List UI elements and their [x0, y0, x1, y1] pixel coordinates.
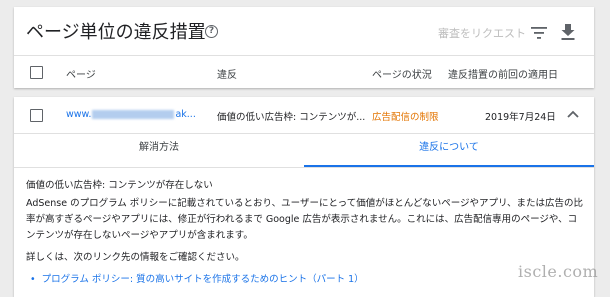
policy-link-label: プログラム ポリシー: 質の高いサイトを作成するためのヒント（パート 1） [41, 274, 364, 285]
filter-icon[interactable] [531, 27, 547, 39]
row-checkbox[interactable] [30, 109, 43, 122]
violations-card: ページ単位の違反措置 ? 審査をリクエスト ページ 違反 ページの状況 違反措置… [14, 7, 594, 88]
details-intro: 詳しくは、次のリンク先の情報をご確認ください。 [26, 252, 245, 263]
column-header-page[interactable]: ページ [66, 66, 96, 81]
status-cell: 広告配信の制限 [372, 112, 439, 123]
redacted-url [92, 110, 175, 119]
date-cell: 2019年7月24日 [485, 112, 556, 123]
page-title: ページ単位の違反措置 [26, 22, 206, 43]
page-url-suffix: ak... [175, 109, 196, 120]
page-url-prefix: www. [66, 109, 92, 120]
download-icon[interactable] [561, 24, 575, 40]
violation-cell: 価値の低い広告枠: コンテンツが... [217, 112, 366, 123]
request-review-button[interactable]: 審査をリクエスト [438, 25, 526, 41]
select-all-checkbox[interactable] [30, 66, 43, 79]
policy-link[interactable]: • プログラム ポリシー: 質の高いサイトを作成するためのヒント（パート 1） [30, 271, 364, 285]
title-bar: ページ単位の違反措置 ? 審査をリクエスト [14, 7, 594, 56]
violation-heading: 価値の低い広告枠: コンテンツが存在しない [26, 180, 213, 191]
column-header-last-enforced-date[interactable]: 違反措置の前回の適用日 [448, 66, 558, 81]
violation-detail-card: www. ak... 価値の低い広告枠: コンテンツが... 広告配信の制限 20… [14, 97, 594, 297]
chevron-up-icon[interactable] [566, 108, 580, 120]
column-header-violation[interactable]: 違反 [217, 66, 237, 81]
page-url-link[interactable]: www. ak... [66, 109, 196, 120]
table-row[interactable]: www. ak... 価値の低い広告枠: コンテンツが... 広告配信の制限 20… [14, 97, 594, 134]
violation-description: AdSense のプログラム ポリシーに記載されているとおり、ユーザーにとって価… [26, 198, 583, 241]
watermark: iscle.com [518, 262, 599, 281]
bullet-icon: • [30, 274, 36, 285]
column-header-page-status[interactable]: ページの状況 [372, 66, 432, 81]
detail-tabs: 解消方法 違反について [14, 133, 594, 168]
help-icon[interactable]: ? [205, 25, 218, 38]
tab-about-violation[interactable]: 違反について [304, 133, 594, 167]
tab-how-to-fix[interactable]: 解消方法 [14, 133, 304, 167]
table-header: ページ 違反 ページの状況 違反措置の前回の適用日 [14, 56, 594, 88]
